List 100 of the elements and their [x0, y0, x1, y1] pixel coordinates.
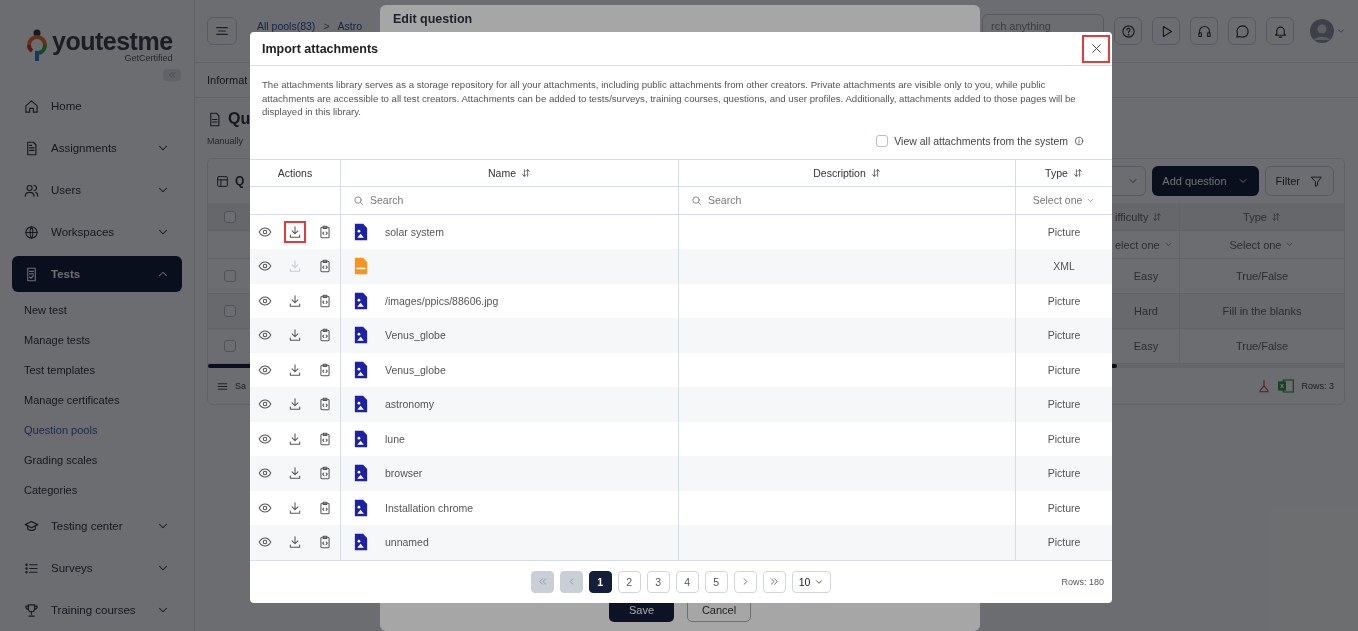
- page-button[interactable]: 1: [588, 570, 612, 593]
- sidebar-item[interactable]: Testing center: [12, 508, 182, 544]
- column-header: Actions: [277, 166, 313, 179]
- eye-icon: [258, 259, 272, 274]
- sidebar-subitem[interactable]: Manage tests: [0, 325, 194, 355]
- download-icon: [288, 362, 302, 377]
- sidebar-subitem[interactable]: Categories: [0, 475, 194, 505]
- clipboard-icon: [318, 224, 332, 239]
- clipboard-icon: [318, 362, 332, 377]
- checkbox[interactable]: [876, 134, 889, 147]
- toolbar-button[interactable]: [1152, 17, 1180, 45]
- file-type: Picture: [1047, 398, 1081, 411]
- close-button[interactable]: [1082, 34, 1110, 63]
- toolbar-button[interactable]: [1266, 17, 1294, 45]
- sort-icon[interactable]: [870, 167, 881, 178]
- filter-select[interactable]: Select one: [1229, 238, 1282, 251]
- checkbox[interactable]: [223, 305, 236, 317]
- globe-icon: [24, 224, 39, 240]
- sidebar-subitem[interactable]: Manage certificates: [0, 385, 194, 415]
- dialog-title: Import attachments: [262, 41, 379, 56]
- sidebar-item[interactable]: Training courses: [12, 592, 182, 628]
- checkbox[interactable]: [223, 270, 236, 282]
- download-button[interactable]: [284, 220, 306, 243]
- page-button[interactable]: 5: [704, 570, 728, 593]
- file-type: Picture: [1047, 467, 1081, 480]
- menu-button[interactable]: [207, 17, 237, 45]
- checkbox[interactable]: [223, 210, 236, 223]
- breadcrumb-link[interactable]: Astro: [337, 20, 363, 32]
- checkbox[interactable]: [223, 340, 236, 352]
- toolbar-button[interactable]: [1190, 17, 1218, 45]
- column-header[interactable]: Description: [813, 166, 866, 179]
- page-button[interactable]: 2: [617, 570, 641, 593]
- row-count: Rows: 180: [1061, 576, 1104, 587]
- logo-icon: [26, 28, 48, 63]
- clipboard-icon: [318, 466, 332, 481]
- info-icon: [1074, 135, 1084, 146]
- image-file-icon: [353, 360, 369, 379]
- footer-label: Sa: [235, 381, 246, 391]
- sidebar-item[interactable]: Workspaces: [12, 214, 182, 250]
- sidebar-item[interactable]: Tests: [12, 256, 182, 292]
- search-field[interactable]: Search: [370, 194, 404, 206]
- dropdown-button[interactable]: [1110, 166, 1147, 196]
- download-icon: [288, 224, 302, 239]
- sidebar-item[interactable]: Home: [12, 88, 182, 124]
- graduation-cap-icon: [24, 518, 39, 534]
- description-text: The attachments library serves as a storage repository for all your attachments, including public attachments from other creators. Private attachments are visible only to you, while public attachments are accessible to all test creators. Attachments can be added to tests/surveys, training courses, questions, and user profiles. Additionally, attachments added to those pages will be displayed in this library.: [261, 78, 1077, 119]
- page-button[interactable]: 4: [675, 570, 699, 593]
- headset-icon: [1196, 23, 1212, 39]
- toolbar-button[interactable]: [1228, 17, 1256, 45]
- search-field[interactable]: Search: [708, 194, 742, 206]
- document-icon: [24, 140, 39, 156]
- caret-icon: [1163, 240, 1173, 249]
- column-header[interactable]: Type: [1045, 166, 1068, 179]
- filter-button[interactable]: Filter: [1264, 166, 1334, 196]
- sidebar-subitem[interactable]: Test templates: [0, 355, 194, 385]
- xml-file-icon: [353, 257, 369, 276]
- search-icon: [691, 194, 702, 206]
- sidebar-subitem[interactable]: New test: [0, 295, 194, 325]
- page-button[interactable]: 3: [646, 570, 670, 593]
- sidebar-item[interactable]: Surveys: [12, 550, 182, 586]
- file-type: Picture: [1047, 329, 1081, 342]
- filter-select[interactable]: elect one: [1115, 238, 1160, 251]
- close-icon: [1089, 42, 1103, 55]
- sidebar-subitem[interactable]: Question pools: [0, 415, 194, 445]
- search-icon: [353, 194, 364, 206]
- sort-icon[interactable]: [521, 167, 531, 178]
- column-header[interactable]: Type: [1243, 210, 1267, 223]
- file-name: Venus_globe: [385, 329, 446, 342]
- sidebar-item[interactable]: Assignments: [12, 130, 182, 166]
- sidebar-item[interactable]: Users: [12, 172, 182, 208]
- column-header[interactable]: Name: [488, 166, 516, 179]
- file-type: Picture: [1047, 363, 1081, 376]
- clipboard-icon: [318, 259, 332, 274]
- sidebar-subitem[interactable]: Grading scales: [0, 445, 194, 475]
- breadcrumb-separator: >: [323, 20, 330, 32]
- table-icon: [216, 174, 229, 188]
- image-file-icon: [353, 222, 369, 241]
- pdf-export-icon[interactable]: [1257, 378, 1272, 394]
- table-cell: Fill in the blanks: [1222, 305, 1302, 317]
- page-subtitle: Manually: [207, 136, 244, 146]
- brand-tagline: GetCertified: [124, 52, 173, 63]
- type-select[interactable]: Select one: [1032, 194, 1083, 206]
- checklist-icon: [24, 266, 39, 282]
- caret-icon: [1285, 240, 1295, 249]
- eye-icon: [258, 397, 272, 412]
- toolbar-button[interactable]: [1114, 17, 1142, 45]
- add-question-button[interactable]: Add question: [1152, 166, 1259, 196]
- bell-icon: [1272, 23, 1288, 39]
- sort-icon[interactable]: [1072, 167, 1083, 178]
- breadcrumb-link[interactable]: All pools(83): [257, 20, 316, 32]
- double-chevron-icon: [536, 576, 548, 588]
- eye-icon: [258, 328, 272, 343]
- file-name: solar system: [385, 225, 444, 238]
- caret-icon: [1336, 26, 1346, 36]
- file-name: lune: [385, 432, 405, 445]
- table-cell: Easy: [1133, 270, 1159, 282]
- download-icon: [288, 535, 302, 550]
- eye-icon: [258, 431, 272, 446]
- page-size-select[interactable]: 10: [791, 570, 832, 593]
- tab[interactable]: Informat: [207, 74, 248, 86]
